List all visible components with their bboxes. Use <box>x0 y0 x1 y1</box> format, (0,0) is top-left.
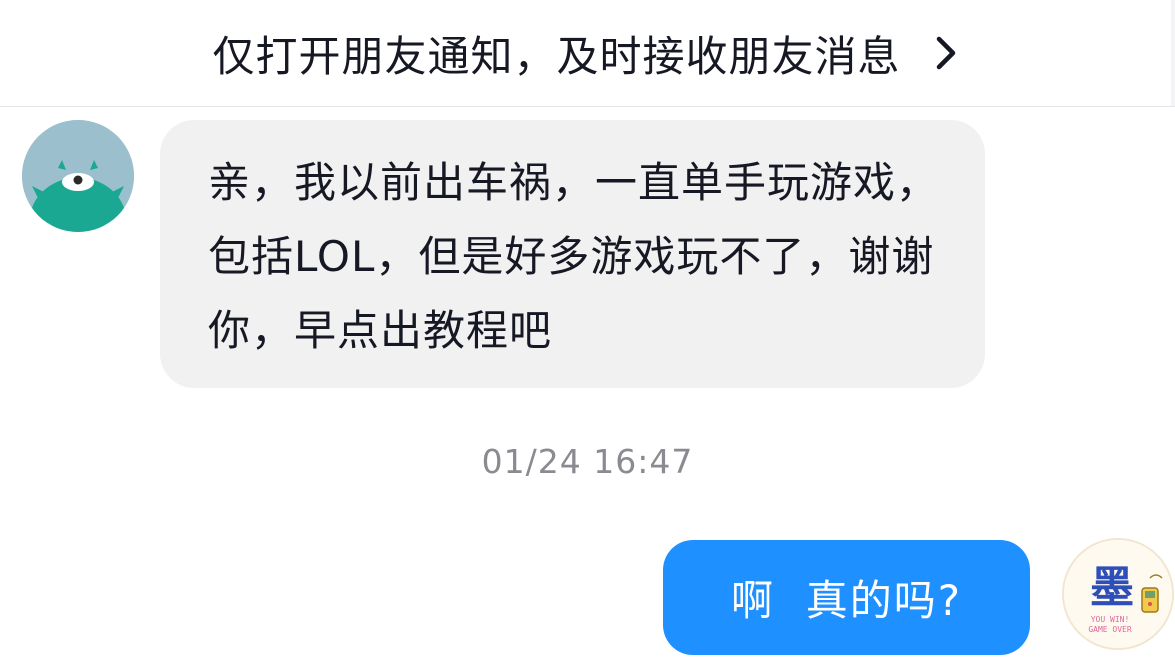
scroll-edge <box>1171 0 1175 106</box>
outgoing-message-bubble[interactable]: 啊 真的吗? <box>663 540 1030 655</box>
chevron-right-icon <box>936 36 955 70</box>
sender-avatar[interactable] <box>22 120 134 232</box>
incoming-message-text: 亲，我以前出车祸，一直单手玩游戏，包括LOL，但是好多游戏玩不了，谢谢你，早点出… <box>208 158 940 355</box>
avatar-logo-caption-2: GAME OVER <box>1088 625 1132 634</box>
notification-text: 仅打开朋友通知，及时接收朋友消息 <box>212 31 901 81</box>
incoming-message-bubble[interactable]: 亲，我以前出车祸，一直单手玩游戏，包括LOL，但是好多游戏玩不了，谢谢你，早点出… <box>160 120 985 388</box>
avatar-logo-caption-1: YOU WIN! <box>1091 615 1130 624</box>
avatar-logo-glyph: 墨 <box>1090 562 1134 613</box>
friend-notification-banner[interactable]: 仅打开朋友通知，及时接收朋友消息 <box>0 0 1175 107</box>
message-timestamp: 01/24 16:47 <box>481 442 694 481</box>
self-avatar[interactable]: 墨 YOU WIN! GAME OVER <box>1062 538 1174 650</box>
mo-logo-avatar-icon: 墨 YOU WIN! GAME OVER <box>1064 540 1172 648</box>
outgoing-message-text: 啊 真的吗? <box>731 576 962 625</box>
green-monster-avatar-icon <box>22 120 134 232</box>
